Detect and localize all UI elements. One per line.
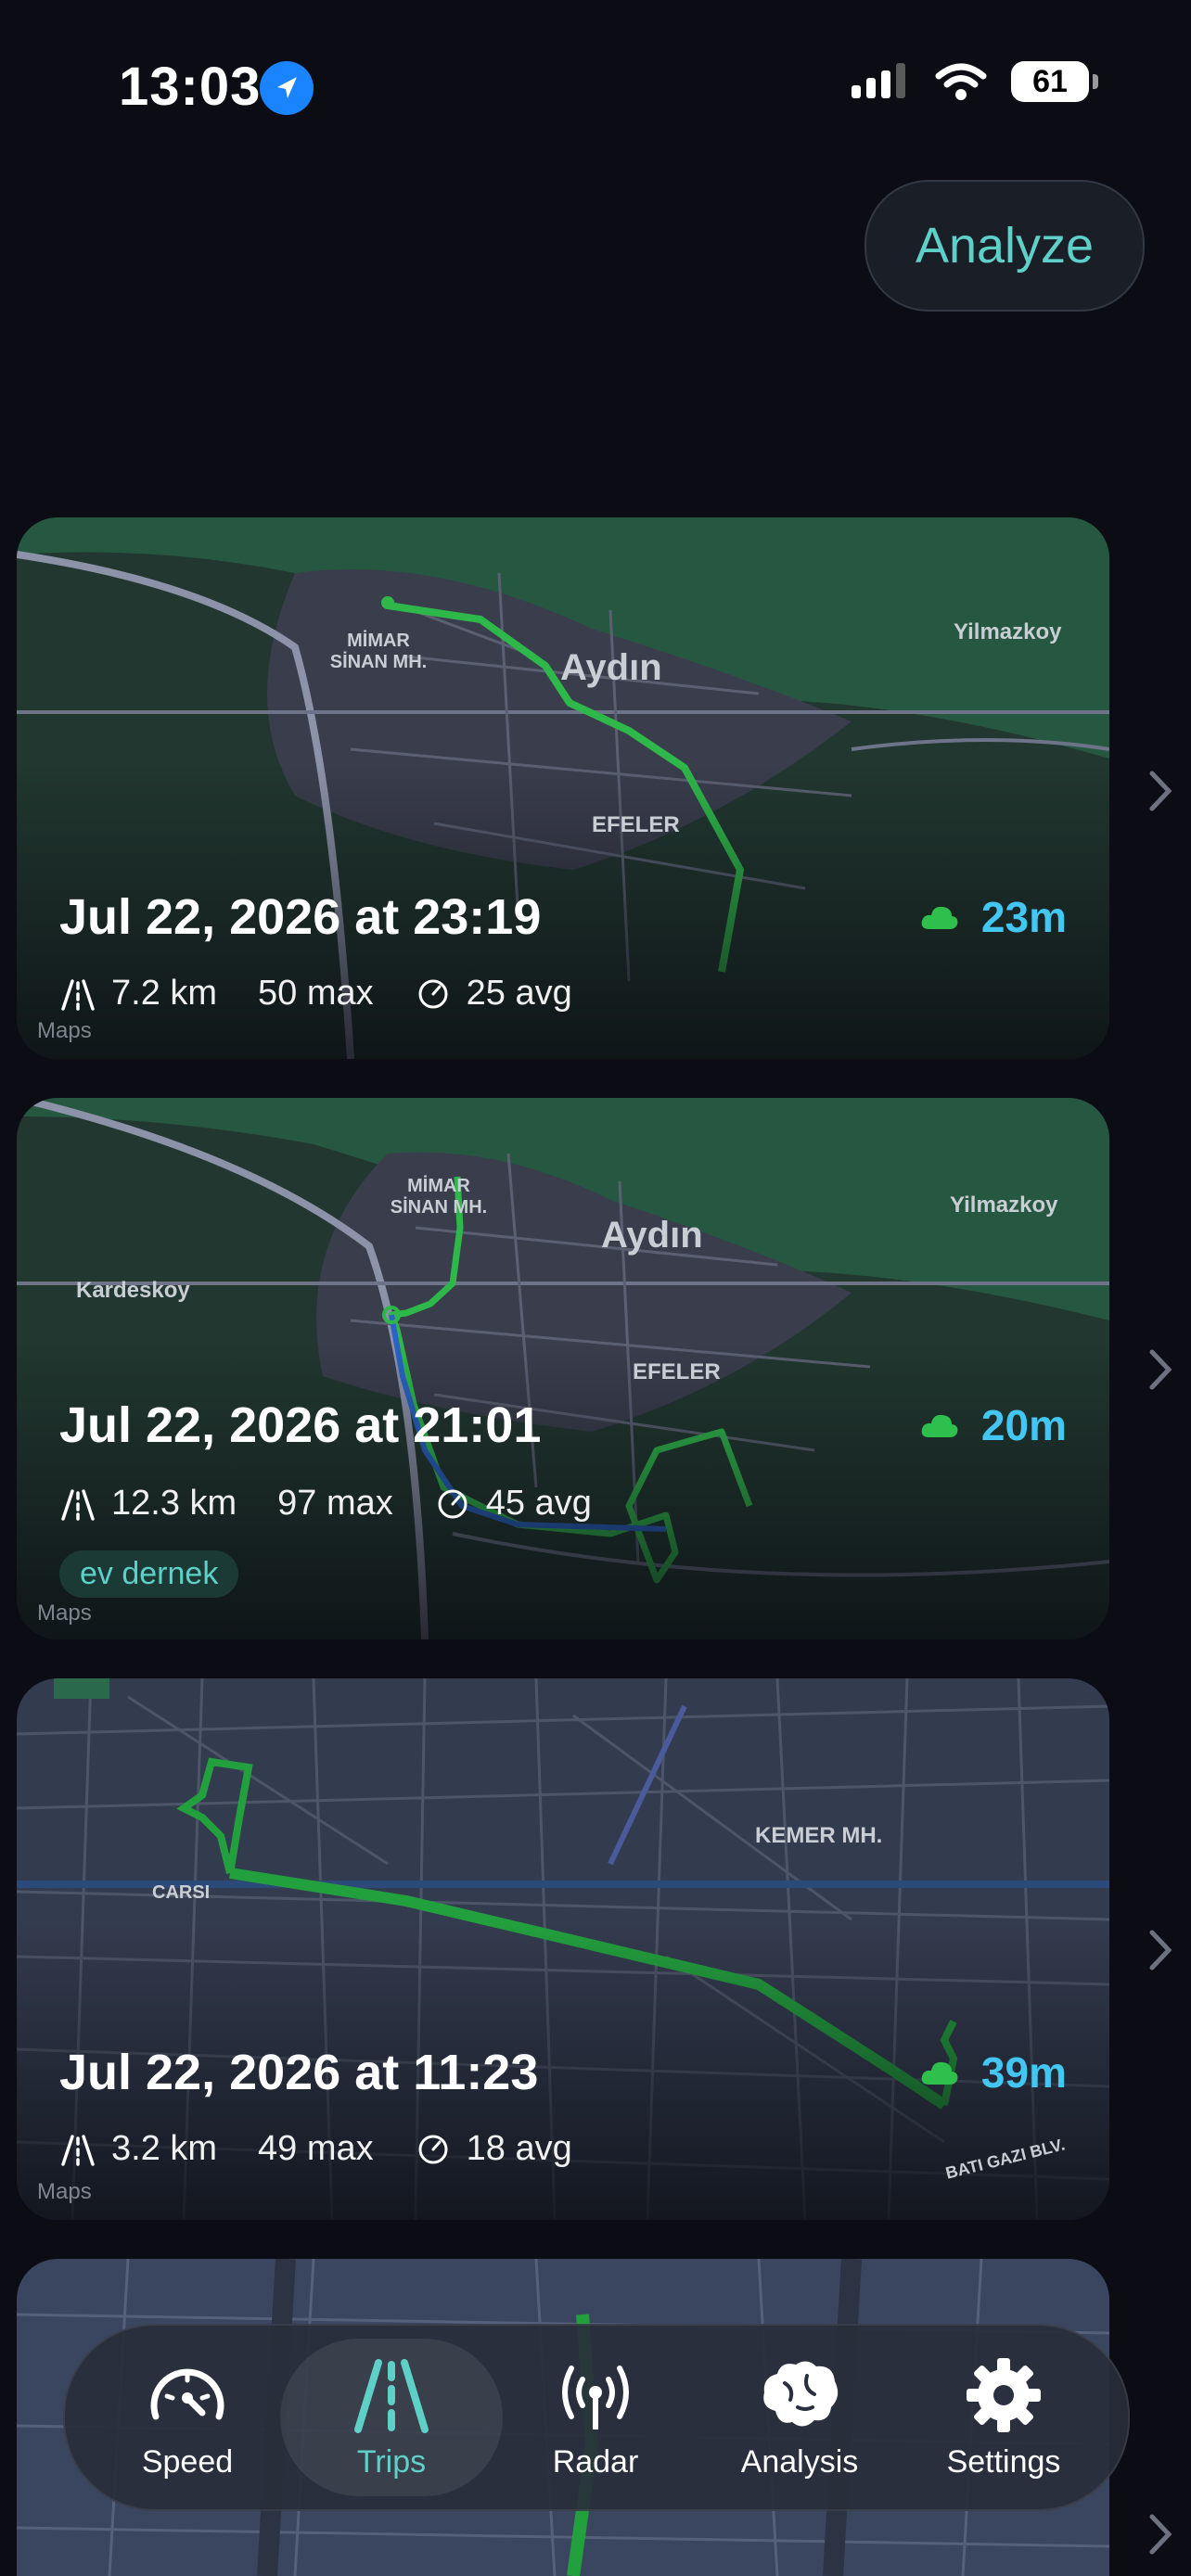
trip-date: Jul 22, 2026 at 21:01 bbox=[59, 1397, 542, 1453]
map-label-village: Kardeskoy bbox=[76, 1278, 190, 1303]
maps-attribution: Maps bbox=[37, 1018, 92, 1043]
trip-stats: 3.2 km 49 max 18 avg bbox=[59, 2129, 613, 2169]
wifi-icon bbox=[935, 63, 987, 100]
chevron-right-icon[interactable] bbox=[1146, 1346, 1174, 1393]
trip-card[interactable]: Aydın MİMAR SİNAN MH. EFELER Yilmazkoy K… bbox=[17, 1098, 1109, 1639]
tab-analysis[interactable]: Analysis bbox=[698, 2339, 902, 2496]
map-label-village: Yilmazkoy bbox=[954, 619, 1062, 644]
trip-stats: 12.3 km 97 max 45 avg bbox=[59, 1484, 633, 1524]
tab-speed[interactable]: Speed bbox=[85, 2339, 289, 2496]
map-label-district: EFELER bbox=[633, 1359, 721, 1384]
gauge-icon bbox=[418, 2135, 448, 2163]
trip-tag[interactable]: ev dernek bbox=[59, 1550, 239, 1598]
analyze-button[interactable]: Analyze bbox=[864, 180, 1145, 312]
trip-card[interactable]: Aydın MİMAR SİNAN MH. EFELER Yilmazkoy J… bbox=[17, 517, 1109, 1059]
trip-max-speed: 50 max bbox=[258, 974, 374, 1013]
tab-trips[interactable]: Trips bbox=[280, 2339, 503, 2496]
map-label-district: CARSI bbox=[152, 1882, 211, 1903]
cloud-icon bbox=[921, 2061, 958, 2085]
trip-duration: 39m bbox=[920, 2047, 1067, 2098]
trip-duration-value: 39m bbox=[980, 2048, 1067, 2097]
cellular-signal-icon bbox=[852, 63, 905, 98]
tab-radar[interactable]: Radar bbox=[493, 2339, 698, 2496]
road-icon bbox=[61, 978, 95, 1011]
road-icon bbox=[61, 2134, 95, 2166]
map-label-district: MİMAR SİNAN MH. bbox=[329, 631, 428, 672]
trip-card[interactable]: KEMER MH. CARSI BATI GAZI BLV. Jul 22, 2… bbox=[17, 1678, 1109, 2220]
gauge-icon bbox=[438, 1489, 467, 1518]
chevron-right-icon[interactable] bbox=[1146, 1927, 1174, 1973]
trip-date: Jul 22, 2026 at 11:23 bbox=[59, 2045, 539, 2100]
map-label-city: Aydın bbox=[601, 1215, 703, 1256]
radar-icon bbox=[562, 2365, 629, 2429]
brain-icon bbox=[763, 2360, 839, 2427]
trip-distance: 12.3 km bbox=[59, 1484, 237, 1524]
status-indicators: 61 bbox=[852, 61, 1098, 102]
trip-duration: 23m bbox=[920, 892, 1067, 942]
status-time: 13:03 bbox=[119, 57, 262, 117]
map-label-city: Aydın bbox=[560, 647, 662, 688]
trip-max-speed: 97 max bbox=[277, 1484, 393, 1523]
tab-bar: Speed Trips Radar Analysis Settings bbox=[63, 2324, 1130, 2511]
road-icon bbox=[61, 1488, 95, 1521]
map-label-district: MİMAR SİNAN MH. bbox=[390, 1176, 488, 1218]
gear-icon bbox=[967, 2357, 1041, 2432]
location-arrow-icon bbox=[260, 61, 314, 115]
chevron-right-icon[interactable] bbox=[1146, 768, 1174, 814]
trip-duration-value: 20m bbox=[980, 1401, 1067, 1449]
battery-indicator: 61 bbox=[1011, 61, 1098, 102]
chevron-right-icon[interactable] bbox=[1146, 2511, 1174, 2557]
trip-stats: 7.2 km 50 max 25 avg bbox=[59, 974, 613, 1014]
trip-distance: 7.2 km bbox=[59, 974, 217, 1014]
speedometer-icon bbox=[150, 2368, 224, 2419]
status-bar: 13:03 61 bbox=[0, 0, 1191, 176]
trip-avg-speed: 18 avg bbox=[415, 2129, 572, 2169]
cloud-icon bbox=[921, 1414, 958, 1437]
tab-settings[interactable]: Settings bbox=[902, 2339, 1106, 2496]
gauge-icon bbox=[418, 979, 448, 1008]
road-icon bbox=[354, 2358, 429, 2433]
cloud-icon bbox=[921, 906, 958, 929]
trip-avg-speed: 25 avg bbox=[415, 974, 572, 1014]
map-label-district: KEMER MH. bbox=[755, 1823, 883, 1848]
maps-attribution: Maps bbox=[37, 1600, 92, 1626]
map-label-village: Yilmazkoy bbox=[950, 1192, 1058, 1218]
trip-duration: 20m bbox=[920, 1400, 1067, 1450]
trip-avg-speed: 45 avg bbox=[434, 1484, 592, 1524]
trip-duration-value: 23m bbox=[980, 893, 1067, 941]
trip-distance: 3.2 km bbox=[59, 2129, 217, 2169]
trip-max-speed: 49 max bbox=[258, 2129, 374, 2168]
maps-attribution: Maps bbox=[37, 2179, 92, 2204]
map-label-district: EFELER bbox=[592, 812, 680, 837]
trip-date: Jul 22, 2026 at 23:19 bbox=[59, 889, 542, 945]
